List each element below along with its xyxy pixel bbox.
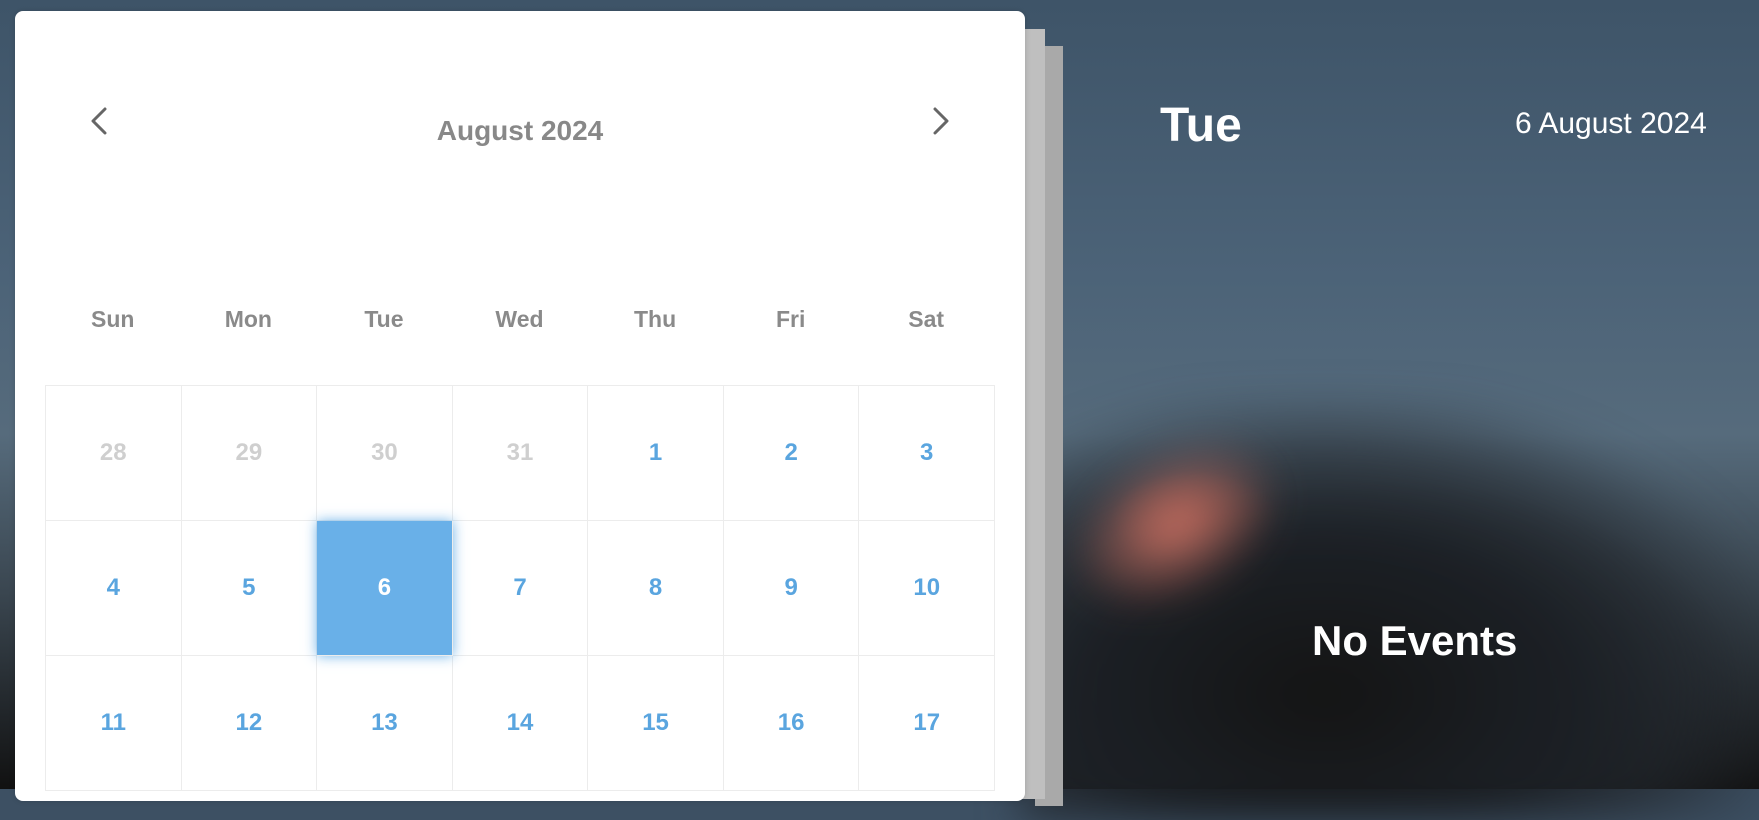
weekday-label: Sun	[91, 306, 135, 332]
day-cell[interactable]: 30	[317, 386, 453, 521]
day-cell[interactable]: 29	[181, 386, 318, 521]
chevron-right-icon	[932, 106, 950, 141]
calendar-card: August 2024 Sun Mon Tue Wed Thu Fri Sat …	[15, 11, 1025, 801]
day-cell[interactable]: 15	[588, 656, 724, 791]
day-cell[interactable]: 12	[181, 656, 318, 791]
no-events-message: No Events	[1312, 617, 1518, 664]
month-title: August 2024	[436, 115, 604, 146]
day-cell[interactable]: 8	[588, 521, 724, 656]
weekday-label: Thu	[633, 306, 677, 332]
day-cell[interactable]: 4	[46, 521, 182, 656]
selected-day-cell[interactable]: 6	[317, 521, 453, 656]
selected-weekday: Tue	[1160, 99, 1242, 152]
day-cell[interactable]: 10	[859, 521, 995, 656]
weekday-label: Tue	[364, 306, 404, 332]
day-cell[interactable]: 14	[452, 656, 589, 791]
calendar-grid: 28 29 30 31 1 2 3 4 5 6 7 8 9 10 11 12 1…	[45, 385, 995, 791]
day-cell[interactable]: 11	[46, 656, 182, 791]
weekday-header-row: Sun Mon Tue Wed Thu Fri Sat	[45, 306, 994, 333]
day-cell[interactable]: 7	[452, 521, 589, 656]
day-cell[interactable]: 13	[317, 656, 453, 791]
day-cell[interactable]: 5	[181, 521, 318, 656]
day-cell[interactable]: 31	[452, 386, 589, 521]
weekday-label: Fri	[775, 306, 806, 332]
weekday-label: Sat	[908, 306, 945, 332]
day-cell[interactable]: 3	[859, 386, 995, 521]
day-cell[interactable]: 2	[723, 386, 860, 521]
weekday-label: Mon	[224, 306, 272, 332]
day-cell[interactable]: 1	[588, 386, 724, 521]
day-cell[interactable]: 9	[723, 521, 860, 656]
selected-date: 6 August 2024	[1515, 107, 1707, 140]
day-cell[interactable]: 16	[723, 656, 860, 791]
day-cell[interactable]: 28	[46, 386, 182, 521]
next-month-button[interactable]	[921, 103, 961, 143]
day-cell[interactable]: 17	[859, 656, 995, 791]
weekday-label: Wed	[495, 306, 544, 332]
